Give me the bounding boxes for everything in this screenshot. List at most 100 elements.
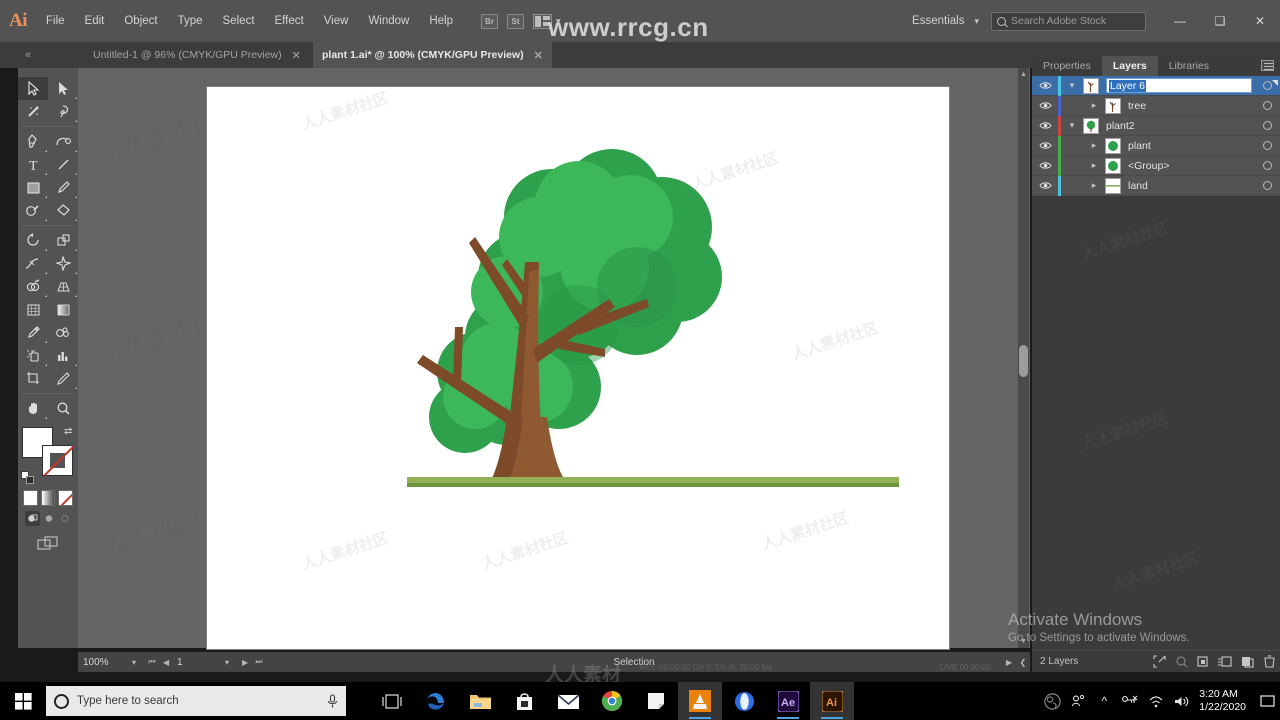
opera-icon[interactable]: [722, 682, 766, 720]
first-artboard-button[interactable]: ⏮: [145, 657, 159, 667]
document-tab-untitled[interactable]: Untitled-1 @ 96% (CMYK/GPU Preview) ✕: [84, 42, 310, 68]
target-indicator[interactable]: [1263, 181, 1272, 190]
search-input[interactable]: Type here to search: [46, 686, 346, 716]
taskbar-clock[interactable]: 3:20 AM 1/22/2020: [1195, 688, 1254, 714]
target-indicator[interactable]: [1263, 81, 1272, 90]
blend-tool[interactable]: [48, 321, 78, 344]
menu-help[interactable]: Help: [419, 0, 463, 42]
last-artboard-button[interactable]: ⏭: [252, 657, 266, 667]
collapse-tabs-icon[interactable]: «: [18, 42, 38, 68]
delete-selection-icon[interactable]: [1258, 651, 1280, 673]
type-tool[interactable]: T: [18, 153, 48, 176]
action-center-icon[interactable]: [1254, 682, 1280, 720]
close-icon[interactable]: ✕: [292, 49, 301, 62]
minimize-button[interactable]: —: [1160, 0, 1200, 42]
menu-select[interactable]: Select: [213, 0, 265, 42]
bridge-icon[interactable]: Br: [481, 13, 498, 29]
illustrator-icon[interactable]: Ai: [810, 682, 854, 720]
chevron-right-icon[interactable]: ▸: [1083, 140, 1105, 151]
menu-edit[interactable]: Edit: [75, 0, 115, 42]
zoom-tool[interactable]: [48, 397, 78, 420]
chevron-right-icon[interactable]: ▸: [1083, 180, 1105, 191]
menu-object[interactable]: Object: [114, 0, 167, 42]
chevron-down-icon[interactable]: ▾: [221, 658, 238, 667]
lasso-tool[interactable]: [48, 100, 78, 123]
selection-tool[interactable]: [18, 77, 48, 100]
symbol-sprayer-tool[interactable]: [18, 344, 48, 367]
chrome-icon[interactable]: [590, 682, 634, 720]
workspace-switcher[interactable]: Essentials ▾: [912, 15, 979, 27]
eraser-tool[interactable]: [48, 199, 78, 222]
tab-layers[interactable]: Layers: [1101, 56, 1158, 76]
stock-search-input[interactable]: Search Adobe Stock: [991, 11, 1146, 31]
show-hidden-icons-icon[interactable]: ^: [1091, 682, 1117, 720]
tab-libraries[interactable]: Libraries: [1158, 56, 1220, 76]
arrange-documents-button[interactable]: ▾: [533, 13, 561, 29]
hand-tool[interactable]: [18, 397, 48, 420]
vlc-icon[interactable]: [678, 682, 722, 720]
rectangle-tool[interactable]: [18, 176, 48, 199]
chevron-right-icon[interactable]: ▸: [1083, 160, 1105, 171]
microsoft-store-icon[interactable]: [502, 682, 546, 720]
direct-selection-tool[interactable]: [48, 77, 78, 100]
width-tool[interactable]: [18, 252, 48, 275]
close-icon[interactable]: ✕: [534, 49, 543, 62]
target-indicator[interactable]: [1263, 141, 1272, 150]
people-icon[interactable]: [1065, 682, 1091, 720]
mesh-tool[interactable]: [18, 298, 48, 321]
artboard-tool[interactable]: [18, 367, 48, 390]
chevron-down-icon[interactable]: ▾: [1061, 80, 1083, 91]
slice-tool[interactable]: [48, 367, 78, 390]
menu-window[interactable]: Window: [358, 0, 419, 42]
shape-builder-tool[interactable]: [18, 275, 48, 298]
swap-fill-stroke-icon[interactable]: ⇄: [64, 426, 75, 437]
status-resize-icon[interactable]: ❮: [1016, 658, 1030, 667]
new-layer-icon[interactable]: [1236, 651, 1258, 673]
current-tool-label[interactable]: Selection: [266, 657, 1002, 668]
tab-properties[interactable]: Properties: [1032, 56, 1102, 76]
eye-icon[interactable]: [1032, 81, 1058, 90]
canvas-area[interactable]: [78, 68, 1030, 649]
draw-normal-button[interactable]: [25, 511, 40, 526]
edge-icon[interactable]: [414, 682, 458, 720]
magic-wand-tool[interactable]: [18, 100, 48, 123]
mail-icon[interactable]: [546, 682, 590, 720]
create-new-sublayer-icon[interactable]: [1192, 651, 1214, 673]
chevron-right-icon[interactable]: ▸: [1083, 100, 1105, 111]
column-graph-tool[interactable]: [48, 344, 78, 367]
document-tab-plant[interactable]: plant 1.ai* @ 100% (CMYK/GPU Preview) ✕: [313, 42, 552, 68]
zoom-level-input[interactable]: 100%: [78, 654, 128, 670]
none-button[interactable]: [58, 490, 74, 506]
after-effects-icon[interactable]: Ae: [766, 682, 810, 720]
tree-artwork[interactable]: [207, 87, 949, 649]
scrollbar-thumb[interactable]: [1019, 345, 1028, 377]
artboard-number-input[interactable]: 1: [173, 654, 222, 670]
chevron-down-icon[interactable]: ▾: [1061, 120, 1083, 131]
chevron-down-icon[interactable]: ▾: [128, 658, 145, 667]
eye-icon[interactable]: [1032, 161, 1058, 170]
task-view-icon[interactable]: [370, 682, 414, 720]
volume-icon[interactable]: [1169, 682, 1195, 720]
scroll-down-icon[interactable]: ▼: [1018, 635, 1029, 648]
layer-row-layer6[interactable]: ▾ Layer 6: [1032, 75, 1280, 96]
next-artboard-button[interactable]: ▶: [238, 658, 252, 667]
free-transform-tool[interactable]: [48, 252, 78, 275]
artboard[interactable]: [207, 87, 949, 649]
target-indicator[interactable]: [1263, 161, 1272, 170]
make-clipping-mask-icon[interactable]: [1170, 651, 1192, 673]
layer-row-plant[interactable]: ▸ plant: [1032, 135, 1280, 156]
menu-effect[interactable]: Effect: [265, 0, 314, 42]
target-indicator[interactable]: [1263, 101, 1272, 110]
microphone-icon[interactable]: [327, 693, 338, 709]
shaper-tool[interactable]: [18, 199, 48, 222]
eye-icon[interactable]: [1032, 101, 1058, 110]
panel-menu-icon[interactable]: [1261, 60, 1274, 71]
rotate-tool[interactable]: [18, 229, 48, 252]
line-segment-tool[interactable]: [48, 153, 78, 176]
canvas-vertical-scrollbar[interactable]: ▲ ▼: [1018, 68, 1029, 648]
scale-tool[interactable]: [48, 229, 78, 252]
curvature-tool[interactable]: [48, 130, 78, 153]
eye-icon[interactable]: [1032, 141, 1058, 150]
perspective-grid-tool[interactable]: [48, 275, 78, 298]
layer-row-tree[interactable]: ▸ tree: [1032, 95, 1280, 116]
